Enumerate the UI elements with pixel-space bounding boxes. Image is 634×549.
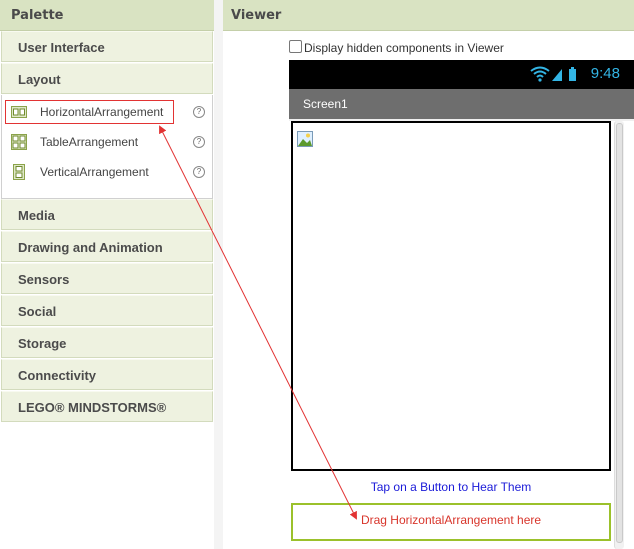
palette-header: Palette	[0, 0, 214, 31]
cell-signal-icon	[552, 69, 562, 81]
panel-gutter	[214, 0, 223, 549]
display-hidden-components-option[interactable]: Display hidden components in Viewer	[289, 40, 504, 56]
wifi-icon	[530, 66, 550, 82]
scrollbar-thumb[interactable]	[616, 123, 623, 543]
palette-panel: Palette User Interface Layout Horizontal…	[0, 0, 214, 549]
canvas-component[interactable]	[291, 121, 611, 471]
drawer-layout[interactable]: Layout	[1, 63, 213, 94]
help-icon[interactable]: ?	[193, 106, 205, 118]
drawer-lego-mindstorms[interactable]: LEGO® MINDSTORMS®	[1, 391, 213, 422]
palette-item-label: TableArrangement	[40, 135, 139, 149]
status-time: 9:48	[590, 65, 620, 82]
drop-hint-label: Drag HorizontalArrangement here	[360, 513, 542, 527]
phone-preview: 9:48 Screen1 Tap on a Button to Hear The…	[289, 60, 634, 549]
drawer-drawing-and-animation[interactable]: Drawing and Animation	[1, 231, 213, 262]
viewer-scrollbar[interactable]	[614, 121, 624, 549]
drawer-storage[interactable]: Storage	[1, 327, 213, 358]
display-hidden-checkbox[interactable]	[289, 40, 302, 53]
palette-item-label: VerticalArrangement	[40, 165, 149, 179]
palette-item-table-arrangement[interactable]: TableArrangement ?	[2, 127, 212, 157]
drawer-social[interactable]: Social	[1, 295, 213, 326]
layout-items-list: HorizontalArrangement ? TableArrangement…	[1, 95, 213, 199]
display-hidden-label: Display hidden components in Viewer	[304, 41, 504, 55]
signal-icons	[530, 66, 576, 82]
viewer-panel: Viewer Display hidden components in View…	[223, 0, 634, 549]
tap-instruction-label: Tap on a Button to Hear Them	[370, 480, 532, 494]
vertical-arrangement-icon	[13, 164, 25, 180]
palette-item-horizontal-arrangement[interactable]: HorizontalArrangement ?	[2, 97, 212, 127]
image-placeholder-icon	[297, 131, 313, 147]
viewer-header: Viewer	[223, 0, 634, 31]
palette-item-vertical-arrangement[interactable]: VerticalArrangement ?	[2, 157, 212, 187]
battery-icon	[569, 67, 576, 81]
status-bar: 9:48	[289, 60, 634, 89]
drawer-sensors[interactable]: Sensors	[1, 263, 213, 294]
help-icon[interactable]: ?	[193, 136, 205, 148]
drawer-user-interface[interactable]: User Interface	[1, 31, 213, 62]
table-arrangement-icon	[11, 134, 27, 150]
help-icon[interactable]: ?	[193, 166, 205, 178]
drawer-media[interactable]: Media	[1, 199, 213, 230]
drawer-connectivity[interactable]: Connectivity	[1, 359, 213, 390]
horizontal-arrangement-icon	[11, 106, 27, 118]
palette-item-label: HorizontalArrangement	[40, 105, 164, 119]
screen-title-bar: Screen1	[289, 89, 634, 121]
